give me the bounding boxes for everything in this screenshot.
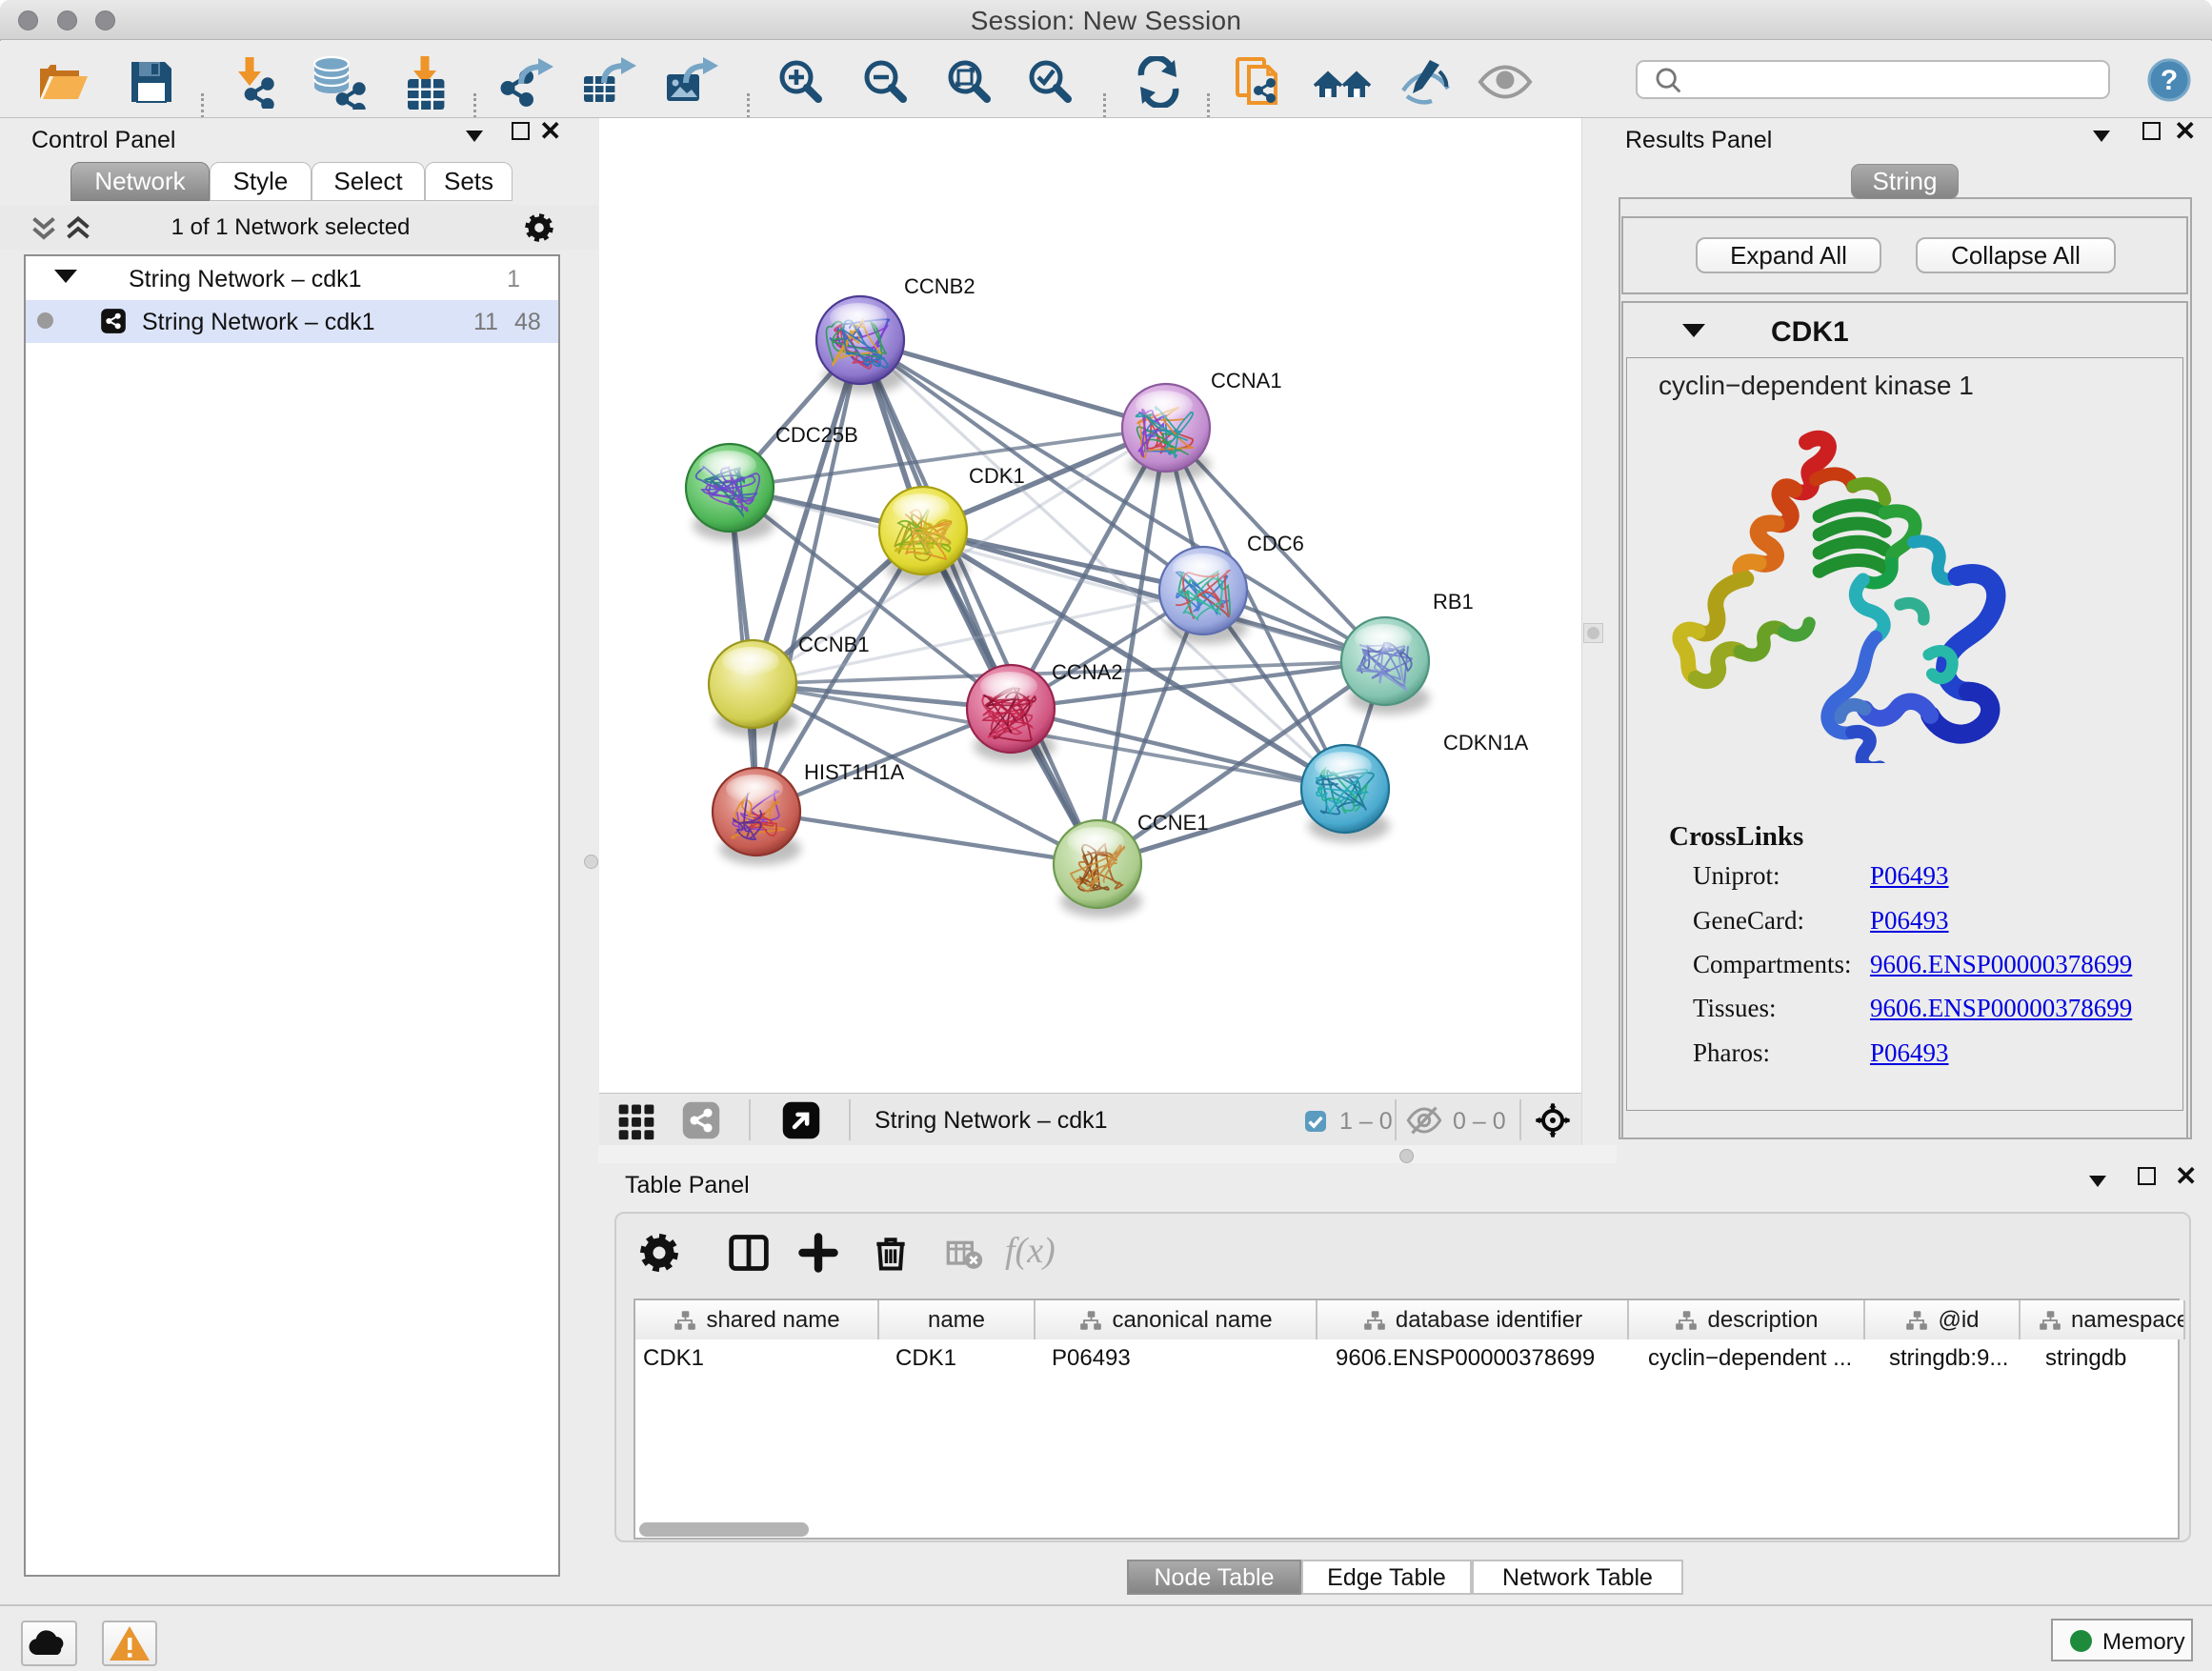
- svg-text:CCNA1: CCNA1: [1211, 369, 1282, 393]
- svg-text:CCNA2: CCNA2: [1052, 660, 1123, 684]
- svg-text:RB1: RB1: [1433, 590, 1474, 614]
- svg-text:CCNB2: CCNB2: [904, 274, 975, 298]
- svg-text:CDC25B: CDC25B: [775, 423, 858, 447]
- svg-text:CDC6: CDC6: [1247, 532, 1304, 555]
- svg-text:CDKN1A: CDKN1A: [1443, 731, 1529, 755]
- svg-text:CCNE1: CCNE1: [1137, 811, 1209, 835]
- svg-text:CDK1: CDK1: [969, 464, 1025, 488]
- svg-text:HIST1H1A: HIST1H1A: [804, 760, 904, 784]
- svg-text:?: ?: [2161, 65, 2178, 96]
- svg-text:CCNB1: CCNB1: [798, 633, 870, 656]
